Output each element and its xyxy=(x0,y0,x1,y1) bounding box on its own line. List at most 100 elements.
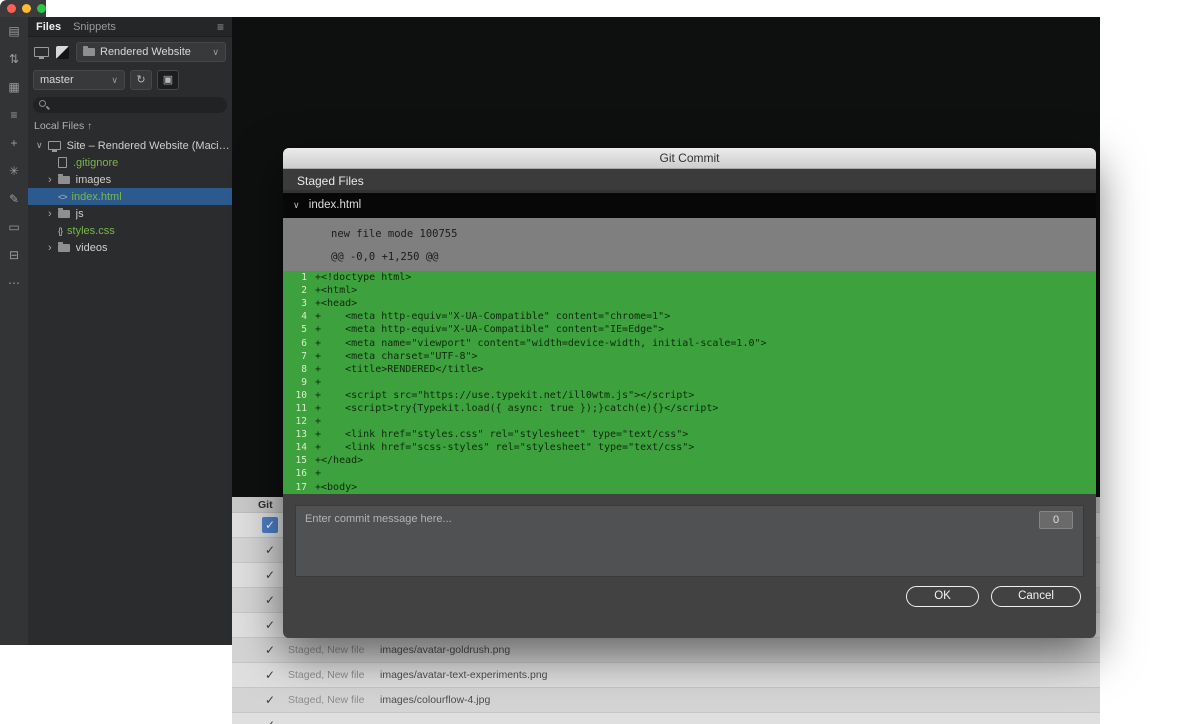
line-number: 17 xyxy=(295,481,307,493)
line-content: + xyxy=(315,376,322,388)
tree-item-label: index.html xyxy=(71,190,122,203)
more-panels-icon[interactable]: ⋯ xyxy=(0,269,28,297)
staged-checkbox[interactable]: ✓ xyxy=(262,592,278,608)
staged-checkbox[interactable]: ✓ xyxy=(262,667,278,683)
diff-added-block: 1 +<!doctype html> 2 +<html> 3 +<head> 4 + <met… xyxy=(283,271,1096,494)
line-content: + <script>try{Typekit.load({ async: true… xyxy=(315,402,719,414)
tree-item-js[interactable]: › js xyxy=(28,205,232,222)
server-toggle-icon[interactable] xyxy=(56,45,69,59)
tree-item-index-html[interactable]: <> index.html xyxy=(28,188,232,205)
git-actions-button[interactable]: ▣ xyxy=(157,70,179,90)
diff-meta-block: new file mode 100755 @@ -0,0 +1,250 @@ xyxy=(283,218,1096,271)
line-number: 11 xyxy=(295,402,307,414)
git-tab[interactable]: Git xyxy=(258,499,273,511)
tree-item-gitignore[interactable]: .gitignore xyxy=(28,154,232,171)
site-dropdown-value: Rendered Website xyxy=(100,46,191,58)
insert-icon[interactable]: + xyxy=(0,129,28,157)
staged-files-header: Staged Files xyxy=(283,169,1096,193)
search-input[interactable] xyxy=(33,97,227,113)
line-content: +<body> xyxy=(315,481,358,493)
line-number: 14 xyxy=(295,442,307,454)
collapse-icon[interactable]: ∨ xyxy=(293,200,300,210)
line-content: + <meta http-equiv="X-UA-Compatible" con… xyxy=(315,311,671,323)
site-dropdown[interactable]: Rendered Website ∨ xyxy=(76,42,226,62)
chevron-down-icon: ∨ xyxy=(212,46,219,57)
diff-meta-line: @@ -0,0 +1,250 @@ xyxy=(331,251,439,263)
diff-line: 16 + xyxy=(283,467,1096,480)
html-file-icon: <> xyxy=(58,191,67,202)
staged-file-row[interactable]: ✓ xyxy=(232,713,1100,724)
zoom-button[interactable] xyxy=(37,4,46,13)
sort-direction-icon[interactable]: ↑ xyxy=(87,121,92,132)
branch-dropdown[interactable]: master ∨ xyxy=(33,70,125,90)
line-content: + <link href="scss-styles" rel="styleshe… xyxy=(315,442,695,454)
sort-icon[interactable]: ⇅ xyxy=(0,45,28,73)
line-content: + <script src="https://use.typekit.net/i… xyxy=(315,389,695,401)
commit-message-input[interactable]: Enter commit message here... 0 xyxy=(295,505,1084,577)
staged-checkbox[interactable]: ✓ xyxy=(262,717,278,724)
snippets-panel-icon[interactable]: ⊟ xyxy=(0,241,28,269)
folder-icon xyxy=(57,207,70,218)
line-content: + <meta name="viewport" content="width=d… xyxy=(315,337,767,349)
panel-tab-bar: Files Snippets ≡ xyxy=(28,17,232,37)
new-document-icon[interactable]: ▤ xyxy=(0,17,28,45)
git-sync-button[interactable]: ↻ xyxy=(130,70,152,90)
diff-file-name: index.html xyxy=(308,199,362,211)
tree-item-site-root[interactable]: ∨ Site – Rendered Website (Macintosh HD..… xyxy=(28,137,232,154)
site-toolbar: Rendered Website ∨ xyxy=(28,39,232,65)
files-panel: Files Snippets ≡ Rendered Website ∨ mast… xyxy=(28,17,232,645)
line-content: + xyxy=(315,468,322,480)
diff-meta-line: new file mode 100755 xyxy=(331,228,458,240)
line-content: + <title>RENDERED</title> xyxy=(315,363,484,375)
staged-checkbox[interactable]: ✓ xyxy=(262,642,278,658)
tree-item-label: js xyxy=(75,207,84,220)
tab-snippets[interactable]: Snippets xyxy=(73,21,116,33)
staged-checkbox[interactable]: ✓ xyxy=(262,692,278,708)
line-number: 13 xyxy=(295,429,307,441)
staged-checkbox[interactable]: ✓ xyxy=(262,542,278,558)
tree-item-label: .gitignore xyxy=(73,156,119,169)
diff-file-header[interactable]: ∨ index.html xyxy=(283,193,1096,218)
diff-line: 1 +<!doctype html> xyxy=(283,271,1096,284)
tree-item-label: videos xyxy=(75,241,108,254)
staged-file-row[interactable]: ✓ Staged, New file images/avatar-text-expe… xyxy=(232,663,1100,688)
tree-item-images[interactable]: › images xyxy=(28,171,232,188)
line-number: 6 xyxy=(301,337,307,349)
line-number: 4 xyxy=(301,311,307,323)
cc-libraries-icon[interactable]: ▦ xyxy=(0,73,28,101)
search-icon xyxy=(39,100,46,107)
diff-line: 9 + xyxy=(283,376,1096,389)
diff-view[interactable]: new file mode 100755 @@ -0,0 +1,250 @@ 1 +… xyxy=(283,218,1096,494)
tree-item-styles-css[interactable]: {} styles.css xyxy=(28,222,232,239)
tree-item-label: styles.css xyxy=(67,224,115,237)
file-tree: ∨ Site – Rendered Website (Macintosh HD..… xyxy=(28,137,232,256)
tree-item-videos[interactable]: › videos xyxy=(28,239,232,256)
folder-icon xyxy=(57,241,70,252)
search-row xyxy=(28,95,232,117)
behaviors-icon[interactable]: ▭ xyxy=(0,213,28,241)
line-content: + xyxy=(315,416,322,428)
line-number: 1 xyxy=(301,272,307,284)
desktop-icon xyxy=(34,47,49,59)
tree-item-label: Site – Rendered Website (Macintosh HD... xyxy=(66,139,232,152)
close-button[interactable] xyxy=(7,4,16,13)
dialog-titlebar[interactable]: Git Commit xyxy=(283,148,1096,169)
line-content: +</head> xyxy=(315,455,364,467)
staged-checkbox[interactable]: ✓ xyxy=(262,617,278,633)
dom-panel-icon[interactable]: ✎ xyxy=(0,185,28,213)
staged-checkbox[interactable]: ✓ xyxy=(262,567,278,583)
disclosure-icon: ∨ xyxy=(36,140,43,150)
diff-line: 7 + <meta charset="UTF-8"> xyxy=(283,350,1096,363)
css-designer-icon[interactable]: ✳ xyxy=(0,157,28,185)
panel-menu-icon[interactable]: ≡ xyxy=(217,20,224,34)
diff-line: 10 + <script src="https://use.typekit.net… xyxy=(283,389,1096,402)
files-panel-icon[interactable]: ≡ xyxy=(0,101,28,129)
ok-button[interactable]: OK xyxy=(906,586,979,607)
staged-file-row[interactable]: ✓ Staged, New file images/avatar-goldrush.… xyxy=(232,638,1100,663)
staged-file-row[interactable]: ✓ Staged, New file images/colourflow-4.jpg xyxy=(232,688,1100,713)
minimize-button[interactable] xyxy=(22,4,31,13)
staged-checkbox[interactable]: ✓ xyxy=(262,517,278,533)
tab-files[interactable]: Files xyxy=(36,21,61,33)
line-number: 16 xyxy=(295,468,307,480)
cancel-button[interactable]: Cancel xyxy=(991,586,1081,607)
